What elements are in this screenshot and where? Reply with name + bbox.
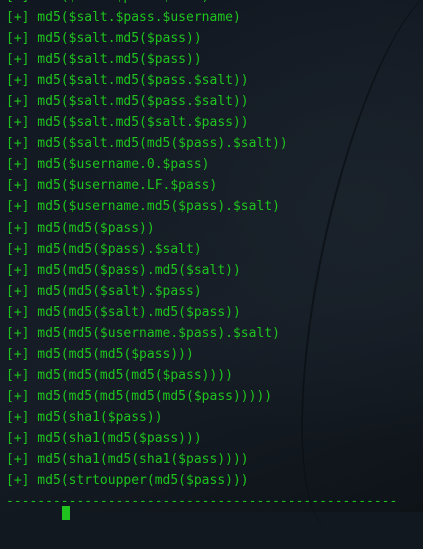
hash-type-line: [+] md5(sha1(md5(sha1($pass))))	[6, 452, 249, 468]
hash-type-line: [+] md5($salt.md5($pass.$salt))	[6, 94, 249, 110]
hash-type-line: [+] md5(md5(md5($pass)))	[6, 346, 194, 362]
hash-type-line: [+] md5(md5($pass).$salt)	[6, 241, 202, 257]
hash-type-line: [+] md5($salt.$pass.$salt)	[6, 0, 423, 7]
hash-type-line: [+] md5(md5($salt).md5($pass))	[6, 304, 241, 320]
hash-type-line: [+] md5(md5($pass))	[6, 220, 155, 236]
terminal-output[interactable]: [+] md5($salt.$pass.$salt) [+] md5($salt.…	[6, 0, 423, 512]
hash-type-line: [+] md5($salt.md5($salt.$pass))	[6, 115, 249, 131]
hash-type-line: [+] md5($username.LF.$pass)	[6, 178, 218, 194]
hash-type-line: [+] md5(md5($salt).$pass)	[6, 283, 202, 299]
hash-type-line: [+] md5(strtoupper(md5($pass)))	[6, 473, 249, 489]
terminal-cursor	[62, 506, 70, 520]
hash-type-line: [+] md5(md5($pass).md5($salt))	[6, 262, 241, 278]
hash-type-line: [+] md5($salt.$pass.$username)	[6, 10, 241, 26]
hash-type-line: [+] md5($username.0.$pass)	[6, 157, 210, 173]
hash-type-line: [+] md5($salt.md5($pass))	[6, 31, 202, 47]
hash-type-line: [+] md5(sha1($pass))	[6, 409, 163, 425]
hash-type-line: [+] md5(md5(md5(md5($pass))))	[6, 367, 233, 383]
hash-type-line: [+] md5($salt.md5($pass.$salt))	[6, 73, 249, 89]
hash-type-line: [+] md5(md5(md5(md5(md5($pass)))))	[6, 388, 273, 404]
hash-type-line: [+] md5($salt.md5(md5($pass).$salt))	[6, 136, 288, 152]
hash-type-line: [+] md5(md5($username.$pass).$salt)	[6, 325, 280, 341]
hash-type-line: [+] md5($username.md5($pass).$salt)	[6, 199, 280, 215]
hash-type-line: [+] md5($salt.md5($pass))	[6, 52, 202, 68]
hash-type-line: [+] md5(sha1(md5($pass)))	[6, 430, 202, 446]
